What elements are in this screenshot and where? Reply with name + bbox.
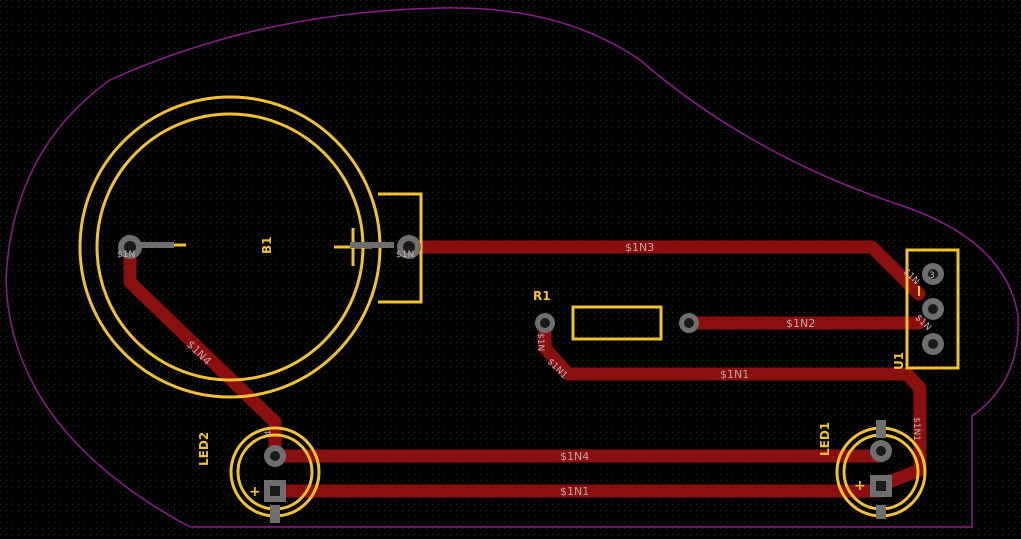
net-label-1n2: $1N2	[786, 317, 815, 330]
net-label-1n3: $1N3	[625, 241, 654, 254]
net-label-1n1-top: $1N1	[720, 368, 749, 381]
led2-pad-top[interactable]	[264, 445, 286, 467]
led1-polarity: +	[854, 478, 866, 494]
u1-pad-2[interactable]	[922, 298, 944, 320]
net-label-r1-vertical: $1N	[535, 333, 545, 351]
b1-pad-right-label: $1N	[396, 250, 414, 260]
led2-ref: LED2	[197, 432, 211, 466]
led2-polarity: +	[249, 484, 261, 500]
b1-minus-pad-bar	[140, 242, 174, 248]
led1-lead-bottom	[876, 505, 886, 519]
net-label-led1-vertical: $1N1	[911, 417, 921, 441]
net-label-1n1-led: $1N1	[560, 485, 589, 498]
led1-pad-top[interactable]	[870, 440, 892, 462]
b1-plus-pad-bar	[350, 242, 394, 248]
led2-pad-top-label: 4	[264, 430, 274, 436]
led1-ref: LED1	[818, 422, 832, 456]
led1-lead-top	[876, 420, 886, 438]
b1-ref: B1	[260, 237, 274, 255]
led2-pad-square[interactable]	[264, 480, 286, 502]
u1-ref: U1	[892, 352, 906, 370]
net-label-1n4-led: $1N4	[560, 450, 589, 463]
led2-lead	[270, 505, 280, 523]
b1-pad-left-label: $1N	[117, 250, 135, 260]
u1-pad-1[interactable]	[922, 333, 944, 355]
r1-pad-right[interactable]	[679, 313, 699, 333]
r1-ref: R1	[533, 289, 551, 303]
pcb-layout-canvas: $1N3 $1N2 $1N1 $1N4 $1N1 $1N4 $1N $1N1 $…	[0, 0, 1021, 539]
r1-pad-left[interactable]	[535, 313, 555, 333]
u1-pin-3-label: 3	[929, 271, 935, 281]
led1-pad-square[interactable]	[870, 475, 892, 497]
